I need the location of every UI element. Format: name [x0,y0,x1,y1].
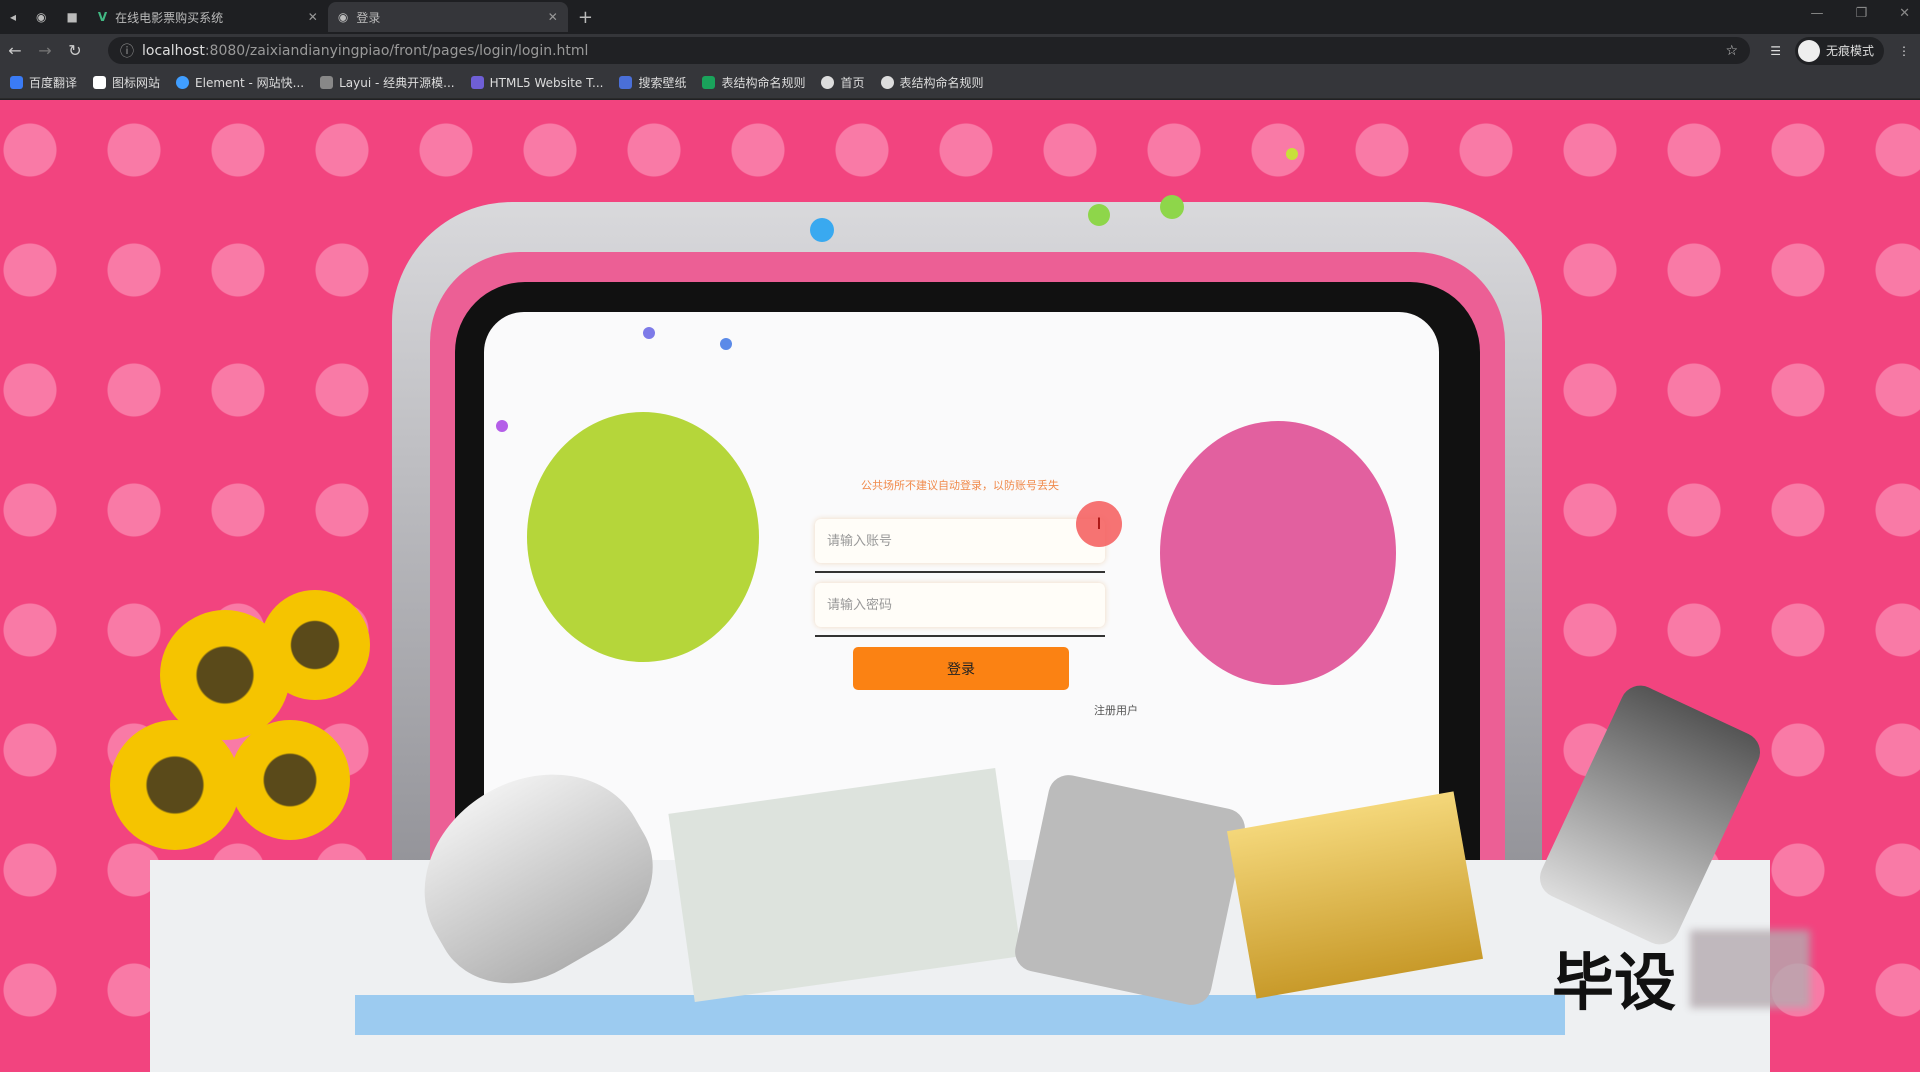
new-tab-button[interactable]: + [568,2,603,32]
watermark-blur [1690,930,1810,1008]
forward-icon[interactable]: → [30,41,60,60]
auto-login-notice: 公共场所不建议自动登录，以防账号丢失 [861,479,1059,492]
tab-login[interactable]: ◉ 登录 ✕ [327,2,568,32]
minimize-icon[interactable]: — [1810,6,1823,21]
url-input[interactable]: ⓘ localhost:8080/zaixiandianyingpiao/fron… [108,37,1750,64]
decor-dot [1088,204,1110,226]
vue-icon: V [97,10,108,24]
globe-icon: ◉ [337,10,349,24]
password-input[interactable] [815,583,1105,627]
login-button[interactable]: 登录 [853,647,1069,690]
decor-dot [1286,148,1298,160]
decor-dot [496,420,508,432]
close-window-icon[interactable]: ✕ [1899,6,1910,21]
account-input[interactable] [815,519,1105,563]
address-bar-row: ← → ↻ ⓘ localhost:8080/zaixiandianyingpia… [0,34,1920,67]
back-icon[interactable]: ← [0,41,30,60]
bookmark-item[interactable]: 表结构命名规则 [880,74,984,91]
pinned-tab[interactable]: ◉ [26,2,56,32]
restore-icon[interactable]: ❐ [1855,6,1867,21]
decor-dot [1160,195,1184,219]
watermark: 毕设 [1552,946,1677,1019]
bookmark-item[interactable]: 表结构命名规则 [702,74,805,91]
bookmark-item[interactable]: Element - 网站快... [176,74,304,91]
decor-dot [810,218,834,242]
bookmark-star-icon[interactable]: ☆ [1725,43,1738,59]
pda-illustration [1011,771,1249,1009]
close-tab-icon[interactable]: ✕ [308,10,318,24]
register-link[interactable]: 注册用户 [1094,702,1138,718]
reading-list-icon[interactable]: ☰ [1770,44,1781,58]
incognito-badge[interactable]: 无痕模式 [1794,36,1884,65]
menu-icon[interactable]: ⋮ [1898,44,1910,58]
bookmarks-bar: 百度翻译 图标网站 Element - 网站快... Layui - 经典开源模… [0,67,1920,99]
bookmark-item[interactable]: Layui - 经典开源模... [320,74,455,91]
bookmark-item[interactable]: 搜索壁纸 [619,74,686,91]
pinned-tab[interactable]: ■ [57,2,88,32]
tab-movie-system[interactable]: V 在线电影票购买系统 ✕ [88,2,328,32]
sunflower-illustration [260,590,370,700]
bookmark-item[interactable]: 首页 [821,74,865,91]
bookmark-item[interactable]: 百度翻译 [10,74,77,91]
incognito-icon [1797,39,1820,62]
login-page: 公共场所不建议自动登录，以防账号丢失 登录 注册用户 I 毕设 [0,100,1920,1072]
bookmark-item[interactable]: 图标网站 [93,74,160,91]
audio-icon[interactable]: ◂ [0,2,26,32]
text-cursor-icon: I [1076,501,1122,547]
sunflower-illustration [230,720,350,840]
decor-dot [720,338,732,350]
sunflower-illustration [110,720,240,850]
green-speech-bubble [527,412,759,662]
pink-speech-bubble [1160,421,1396,685]
bookmark-item[interactable]: HTML5 Website T... [470,75,603,90]
close-tab-icon[interactable]: ✕ [548,10,558,24]
decor-dot [643,327,655,339]
info-icon: ⓘ [120,43,134,60]
reload-icon[interactable]: ↻ [60,41,90,60]
tab-bar: ◂ ◉ ■ V 在线电影票购买系统 ✕ ◉ 登录 ✕ + — ❐ ✕ [0,0,1920,34]
